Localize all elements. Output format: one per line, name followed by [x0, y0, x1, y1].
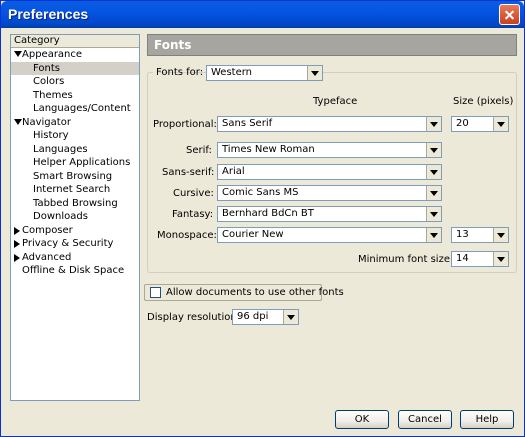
- monospace-font-select[interactable]: Courier New: [217, 227, 442, 243]
- expanded-triangle-icon[interactable]: [14, 51, 22, 57]
- collapsed-triangle-icon[interactable]: [14, 253, 20, 262]
- sidebar-item-label: Navigator: [22, 116, 71, 128]
- chevron-down-icon[interactable]: [426, 207, 441, 221]
- monospace-font-value: Courier New: [222, 229, 284, 240]
- sidebar-item-downloads[interactable]: Downloads: [11, 210, 139, 224]
- fonts-for-label: Fonts for:: [156, 67, 204, 78]
- collapsed-triangle-icon[interactable]: [14, 226, 20, 235]
- cursive-font-value: Comic Sans MS: [222, 187, 299, 198]
- category-list: Appearance Fonts Colors Themes Languages/Con…: [11, 48, 139, 278]
- sidebar-item-label: Advanced: [22, 251, 72, 263]
- proportional-label: Proportional:: [153, 119, 217, 130]
- category-tree[interactable]: Category Appearance Fonts Colors Themes Lang…: [10, 34, 140, 401]
- sidebar-item-offline-disk-space[interactable]: Offline & Disk Space: [11, 264, 139, 278]
- monospace-size-value: 13: [456, 229, 469, 240]
- min-font-size-value: 14: [456, 253, 469, 264]
- sidebar-item-label: Offline & Disk Space: [22, 265, 125, 276]
- allow-docs-fonts-checkbox[interactable]: [150, 287, 161, 298]
- sidebar-item-languages-content[interactable]: Languages/Content: [11, 102, 139, 116]
- cancel-button[interactable]: Cancel: [398, 410, 452, 429]
- proportional-font-value: Sans Serif: [222, 118, 273, 129]
- sidebar-item-label: Languages/Content: [33, 103, 131, 114]
- fantasy-font-select[interactable]: Bernhard BdCn BT: [217, 206, 442, 222]
- fonts-for-select[interactable]: Western: [206, 65, 323, 81]
- sidebar-item-smart-browsing[interactable]: Smart Browsing: [11, 170, 139, 184]
- proportional-size-select[interactable]: 20: [451, 116, 509, 132]
- cursive-font-select[interactable]: Comic Sans MS: [217, 185, 442, 201]
- fantasy-font-value: Bernhard BdCn BT: [222, 208, 314, 219]
- sans-serif-font-select[interactable]: Arial: [217, 164, 442, 180]
- allow-docs-fonts-option[interactable]: Allow documents to use other fonts: [144, 284, 344, 301]
- sidebar-item-label: Languages: [33, 143, 88, 155]
- chevron-down-icon[interactable]: [426, 143, 441, 157]
- sidebar-item-label: Composer: [22, 224, 73, 236]
- chevron-down-icon[interactable]: [493, 117, 508, 131]
- sidebar-item-languages[interactable]: Languages: [11, 143, 139, 157]
- size-column-header: Size (pixels): [453, 96, 514, 107]
- sidebar-item-privacy-security[interactable]: Privacy & Security: [11, 237, 139, 251]
- fonts-for-value: Western: [211, 67, 253, 78]
- close-button[interactable]: [499, 4, 520, 25]
- chevron-down-icon[interactable]: [493, 228, 508, 242]
- help-button[interactable]: Help: [460, 410, 514, 429]
- fantasy-label: Fantasy:: [172, 209, 214, 220]
- chevron-down-icon[interactable]: [426, 186, 441, 200]
- monospace-size-select[interactable]: 13: [451, 227, 509, 243]
- chevron-down-icon[interactable]: [307, 66, 322, 80]
- monospace-label: Monospace:: [157, 230, 217, 241]
- sidebar-item-label: Themes: [33, 89, 73, 101]
- display-resolution-value: 96 dpi: [237, 311, 269, 322]
- sidebar-item-label: Colors: [33, 76, 65, 87]
- serif-label: Serif:: [186, 145, 212, 156]
- fonts-for-group: Fonts for: Western: [153, 65, 323, 81]
- collapsed-triangle-icon[interactable]: [14, 240, 20, 248]
- chevron-down-icon[interactable]: [493, 252, 508, 266]
- sidebar-item-helper-applications[interactable]: Helper Applications: [11, 156, 139, 170]
- sidebar-item-history[interactable]: History: [11, 129, 139, 143]
- window-title: Preferences: [8, 6, 89, 22]
- chevron-down-icon[interactable]: [426, 165, 441, 179]
- allow-docs-fonts-label: Allow documents to use other fonts: [166, 287, 344, 298]
- sidebar-item-label: Tabbed Browsing: [33, 197, 118, 209]
- category-header: Category: [11, 35, 139, 48]
- serif-font-value: Times New Roman: [222, 144, 315, 155]
- chevron-down-icon[interactable]: [426, 228, 441, 242]
- sidebar-item-label: History: [33, 130, 69, 141]
- sidebar-item-internet-search[interactable]: Internet Search: [11, 183, 139, 197]
- sans-serif-label: Sans-serif:: [162, 167, 215, 178]
- min-font-size-label: Minimum font size:: [358, 254, 454, 265]
- sidebar-item-label: Downloads: [33, 211, 88, 222]
- preferences-window: Preferences Category Appearance Fonts Colo…: [0, 0, 525, 437]
- sidebar-item-fonts[interactable]: Fonts: [11, 61, 139, 75]
- ok-button[interactable]: OK: [335, 410, 389, 429]
- sidebar-item-navigator[interactable]: Navigator: [11, 116, 139, 130]
- proportional-size-value: 20: [456, 118, 469, 129]
- sidebar-item-label: Appearance: [22, 49, 83, 60]
- chevron-down-icon[interactable]: [426, 117, 441, 131]
- cursive-label: Cursive:: [173, 188, 214, 199]
- sidebar-item-label: Privacy & Security: [22, 238, 114, 249]
- sidebar-item-appearance[interactable]: Appearance: [11, 48, 139, 62]
- chevron-down-icon[interactable]: [283, 310, 298, 324]
- serif-font-select[interactable]: Times New Roman: [217, 142, 442, 158]
- min-font-size-select[interactable]: 14: [451, 251, 509, 267]
- sidebar-item-tabbed-browsing[interactable]: Tabbed Browsing: [11, 197, 139, 211]
- sidebar-item-composer[interactable]: Composer: [11, 224, 139, 238]
- section-title: Fonts: [154, 38, 192, 52]
- expanded-triangle-icon[interactable]: [14, 118, 22, 125]
- sidebar-item-advanced[interactable]: Advanced: [11, 251, 139, 265]
- display-resolution-label: Display resolution:: [147, 312, 241, 323]
- section-header: Fonts: [147, 34, 517, 56]
- title-bar[interactable]: Preferences: [1, 1, 524, 28]
- display-resolution-select[interactable]: 96 dpi: [232, 309, 299, 325]
- sidebar-item-themes[interactable]: Themes: [11, 89, 139, 103]
- sidebar-item-label: Smart Browsing: [33, 170, 113, 182]
- sidebar-item-colors[interactable]: Colors: [11, 75, 139, 89]
- sidebar-item-label: Fonts: [33, 62, 60, 74]
- typeface-column-header: Typeface: [313, 96, 358, 107]
- sidebar-item-label: Internet Search: [33, 184, 111, 195]
- sidebar-item-label: Helper Applications: [33, 157, 131, 168]
- sans-serif-font-value: Arial: [222, 166, 245, 177]
- proportional-font-select[interactable]: Sans Serif: [217, 116, 442, 132]
